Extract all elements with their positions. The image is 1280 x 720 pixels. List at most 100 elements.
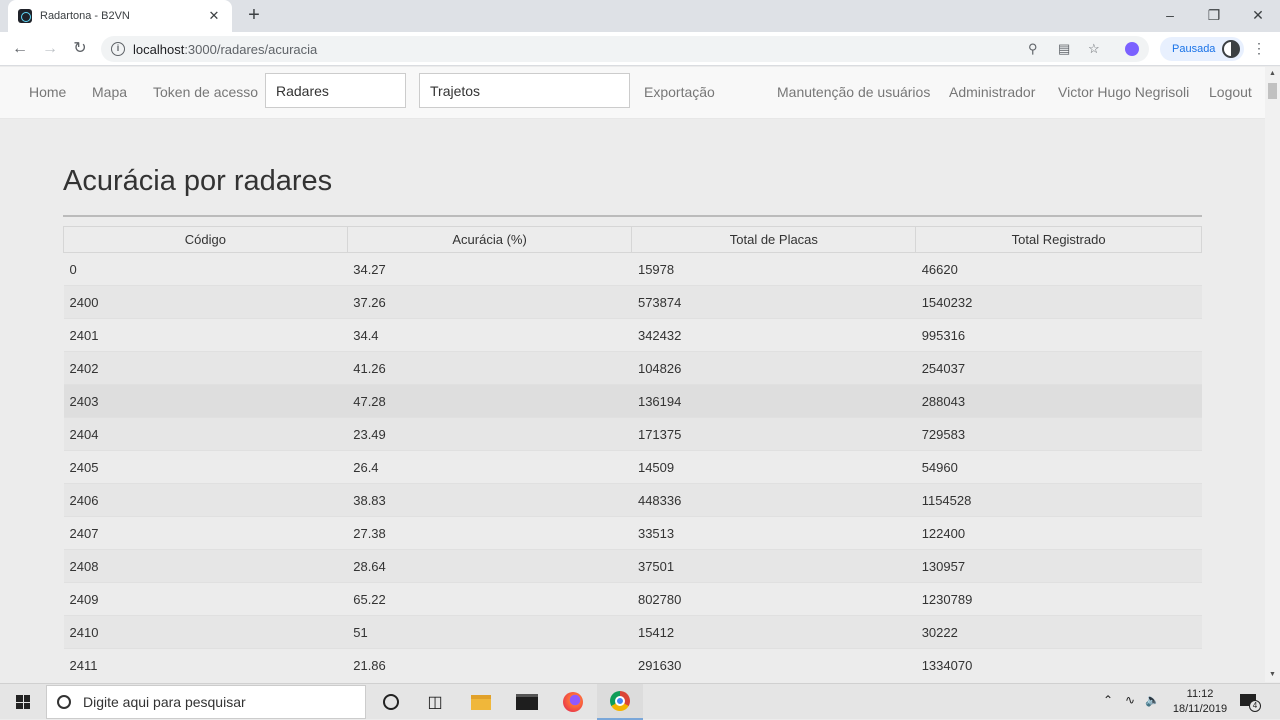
notification-count: 4: [1249, 700, 1261, 712]
table-row[interactable]: 2401 34.4 342432 995316: [63, 318, 1202, 352]
extension-icon[interactable]: [1125, 42, 1139, 56]
nav-administrador[interactable]: Administrador: [949, 84, 1035, 100]
col-header-acuracia[interactable]: Acurácia (%): [346, 226, 633, 253]
cortana-circle-icon: [383, 694, 399, 710]
file-explorer-button[interactable]: [458, 684, 504, 720]
chrome-button[interactable]: [597, 684, 643, 720]
cell-total-placas: 573874: [631, 285, 916, 319]
table-row[interactable]: 2407 27.38 33513 122400: [63, 516, 1202, 550]
cell-codigo: 2409: [63, 582, 348, 616]
start-button[interactable]: [0, 684, 46, 720]
browser-tab[interactable]: Radartona - B2VN ✕: [8, 0, 232, 32]
close-window-button[interactable]: ✕: [1236, 0, 1280, 30]
profile-button[interactable]: Pausada: [1160, 37, 1244, 61]
tab-close-icon[interactable]: ✕: [206, 8, 222, 24]
restore-button[interactable]: ❐: [1192, 0, 1236, 30]
cell-codigo: 2407: [63, 516, 348, 550]
back-button[interactable]: ←: [8, 37, 32, 61]
network-icon[interactable]: ∿: [1125, 693, 1135, 707]
col-header-codigo[interactable]: Código: [63, 226, 348, 253]
volume-icon[interactable]: 🔈: [1145, 693, 1160, 707]
forward-button[interactable]: →: [38, 37, 62, 61]
scroll-down-icon[interactable]: ▼: [1265, 668, 1280, 682]
url-path: :3000/radares/acuracia: [184, 41, 318, 57]
notification-center-button[interactable]: 4: [1238, 692, 1261, 712]
cell-codigo: 2401: [63, 318, 348, 352]
bookmark-star-icon[interactable]: ☆: [1088, 41, 1100, 57]
search-icon: [57, 695, 71, 709]
cell-acuracia: 41.26: [347, 351, 632, 385]
cell-codigo: 2402: [63, 351, 348, 385]
nav-home[interactable]: Home: [29, 84, 66, 100]
tab-strip: Radartona - B2VN ✕ + – ❐ ✕: [0, 0, 1280, 32]
table-row[interactable]: 0 34.27 15978 46620: [63, 252, 1202, 286]
cell-total-registrado: 288043: [915, 384, 1202, 418]
task-view-icon: ◫: [427, 694, 443, 711]
cell-total-placas: 15978: [631, 252, 916, 286]
site-info-icon[interactable]: i: [111, 42, 125, 56]
scroll-up-icon[interactable]: ▲: [1265, 67, 1280, 81]
cell-total-placas: 171375: [631, 417, 916, 451]
table-header-row: Código Acurácia (%) Total de Placas Tota…: [63, 226, 1202, 253]
table-row[interactable]: 2404 23.49 171375 729583: [63, 417, 1202, 451]
address-bar[interactable]: i localhost :3000/radares/acuracia: [101, 36, 1149, 62]
nav-token[interactable]: Token de acesso: [153, 84, 258, 100]
cell-codigo: 2400: [63, 285, 348, 319]
page-scrollbar[interactable]: ▲ ▼: [1265, 67, 1280, 682]
folder-icon: [471, 694, 491, 710]
key-icon[interactable]: ⚲: [1028, 41, 1038, 57]
task-view-button[interactable]: ◫: [412, 684, 458, 720]
tray-overflow-icon[interactable]: ⌃: [1103, 693, 1113, 707]
taskbar-search[interactable]: Digite aqui para pesquisar: [46, 685, 366, 719]
nav-exportacao[interactable]: Exportação: [644, 84, 715, 100]
cell-codigo: 2406: [63, 483, 348, 517]
cell-acuracia: 28.64: [347, 549, 632, 583]
browser-toolbar: ← → ↻ i localhost :3000/radares/acuracia…: [0, 32, 1280, 66]
cortana-button[interactable]: [368, 684, 414, 720]
cell-total-placas: 136194: [631, 384, 916, 418]
nav-radares-dropdown[interactable]: Radares: [265, 73, 406, 108]
minimize-button[interactable]: –: [1148, 0, 1192, 30]
table-row[interactable]: 2402 41.26 104826 254037: [63, 351, 1202, 385]
table-row[interactable]: 2408 28.64 37501 130957: [63, 549, 1202, 583]
table-row[interactable]: 2406 38.83 448336 1154528: [63, 483, 1202, 517]
windows-logo-icon: [16, 695, 30, 709]
profile-avatar-icon: [1222, 40, 1240, 58]
cell-total-registrado: 30222: [915, 615, 1202, 649]
translate-icon[interactable]: ▤: [1058, 41, 1070, 57]
table-row[interactable]: 2409 65.22 802780 1230789: [63, 582, 1202, 616]
cell-total-registrado: 995316: [915, 318, 1202, 352]
table-row[interactable]: 2411 21.86 291630 1334070: [63, 648, 1202, 682]
nav-user[interactable]: Victor Hugo Negrisoli: [1058, 84, 1189, 100]
firefox-button[interactable]: [550, 684, 596, 720]
chrome-menu-icon[interactable]: ⋮: [1252, 40, 1266, 57]
cell-total-registrado: 54960: [915, 450, 1202, 484]
profile-label: Pausada: [1172, 43, 1216, 55]
nav-mapa[interactable]: Mapa: [92, 84, 127, 100]
terminal-button[interactable]: [504, 684, 550, 720]
cell-codigo: 2408: [63, 549, 348, 583]
scroll-thumb[interactable]: [1268, 83, 1277, 99]
table-row[interactable]: 2410 51 15412 30222: [63, 615, 1202, 649]
nav-trajetos-dropdown[interactable]: Trajetos: [419, 73, 630, 108]
cell-total-registrado: 729583: [915, 417, 1202, 451]
url-host: localhost: [133, 41, 185, 57]
col-header-total-placas[interactable]: Total de Placas: [631, 226, 917, 253]
reload-button[interactable]: ↻: [68, 37, 92, 61]
cell-total-placas: 14509: [631, 450, 916, 484]
table-row[interactable]: 2400 37.26 573874 1540232: [63, 285, 1202, 319]
cell-total-registrado: 122400: [915, 516, 1202, 550]
table-row[interactable]: 2403 47.28 136194 288043: [63, 384, 1202, 418]
new-tab-button[interactable]: +: [243, 4, 265, 26]
cell-total-placas: 802780: [631, 582, 916, 616]
col-header-total-registrado[interactable]: Total Registrado: [915, 226, 1202, 253]
cell-acuracia: 26.4: [347, 450, 632, 484]
cell-total-registrado: 1154528: [915, 483, 1202, 517]
cell-total-placas: 448336: [631, 483, 916, 517]
taskbar-clock[interactable]: 11:12 18/11/2019: [1168, 687, 1232, 717]
page-title: Acurácia por radares: [63, 165, 333, 197]
nav-logout[interactable]: Logout: [1209, 84, 1252, 100]
table-row[interactable]: 2405 26.4 14509 54960: [63, 450, 1202, 484]
app-navbar: Home Mapa Token de acesso Radares Trajet…: [0, 67, 1265, 119]
nav-manutencao[interactable]: Manutenção de usuários: [777, 84, 930, 100]
